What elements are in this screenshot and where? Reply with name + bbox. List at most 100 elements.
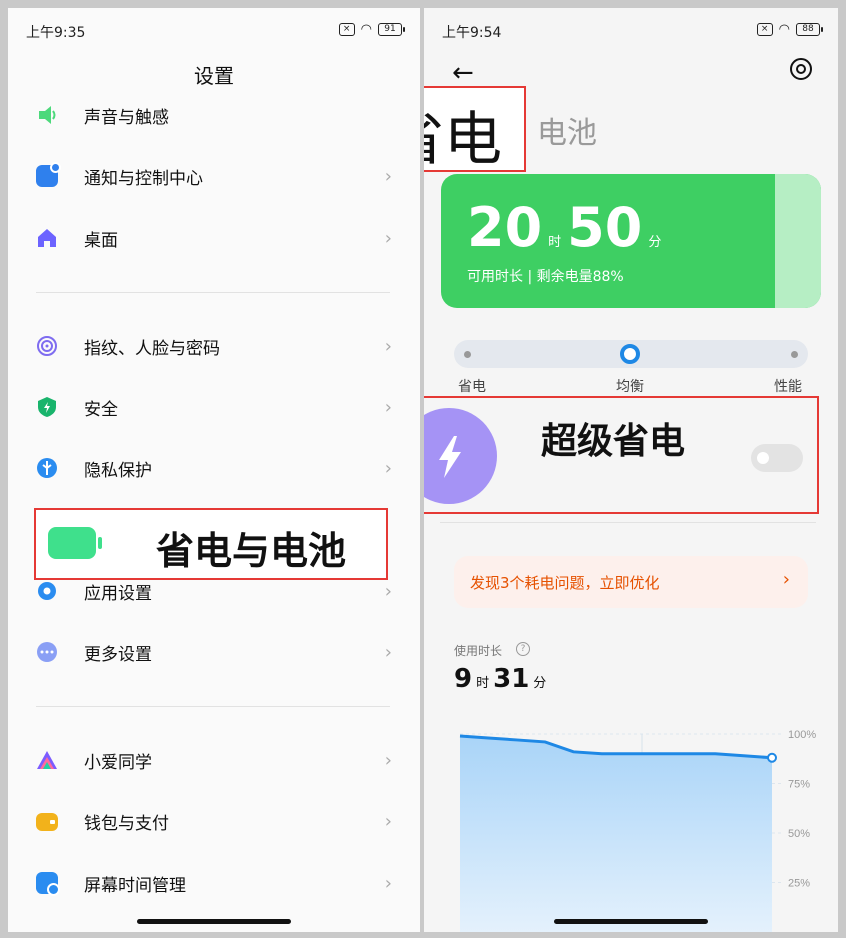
- status-bar: 上午9:35 × ◠ 91: [26, 22, 405, 41]
- divider: [440, 522, 816, 523]
- chevron-right-icon: ›: [384, 750, 392, 771]
- chevron-right-icon: ›: [384, 228, 392, 249]
- xiaoai-icon: [36, 749, 58, 771]
- settings-item-fingerprint[interactable]: 指纹、人脸与密码 ›: [36, 326, 392, 366]
- chevron-right-icon: ›: [384, 336, 392, 357]
- mode-dot-performance[interactable]: [791, 351, 798, 358]
- status-bar: 上午9:54 × ◠ 88: [442, 22, 823, 41]
- settings-item-app-settings[interactable]: 应用设置 ›: [36, 571, 392, 611]
- settings-item-privacy[interactable]: 隐私保护 ›: [36, 448, 392, 488]
- chevron-right-icon: ›: [384, 166, 392, 187]
- settings-item-label: 桌面: [84, 230, 118, 251]
- chevron-right-icon: ›: [384, 642, 392, 663]
- usage-minutes: 31: [493, 664, 530, 694]
- remaining-hours: 20: [467, 196, 543, 259]
- divider: [36, 292, 390, 293]
- settings-item-more[interactable]: 更多设置 ›: [36, 632, 392, 672]
- minutes-unit: 分: [648, 235, 662, 250]
- wifi-icon: ◠: [778, 22, 790, 37]
- super-saver-label: 超级省电: [541, 421, 686, 462]
- hours-unit: 时: [548, 235, 562, 250]
- chevron-right-icon: ›: [384, 397, 392, 418]
- heading-callout: 省电: [424, 86, 526, 173]
- remaining-minutes: 50: [567, 196, 643, 259]
- settings-item-label: 通知与控制中心: [84, 168, 203, 189]
- mode-knob-balanced[interactable]: [620, 344, 640, 364]
- chevron-right-icon: ›: [384, 458, 392, 479]
- shield-icon: [36, 396, 58, 418]
- y-tick-label: 75%: [788, 779, 810, 791]
- battery-icon: 91: [378, 23, 405, 36]
- battery-area: [460, 735, 772, 932]
- chevron-right-icon: ›: [782, 569, 790, 590]
- usage-duration: 9 时 31 分: [454, 664, 550, 694]
- wifi-icon: ◠: [360, 22, 372, 37]
- usage-hours-unit: 时: [476, 676, 490, 691]
- settings-item-label: 更多设置: [84, 644, 152, 665]
- settings-gear-icon[interactable]: [790, 58, 812, 80]
- y-tick-label: 100%: [788, 729, 816, 741]
- screen-time-icon: [36, 872, 60, 896]
- card-caption: 可用时长 | 剩余电量88%: [467, 269, 624, 285]
- fingerprint-icon: [36, 335, 58, 357]
- battery-level-chart: 100% 75% 50% 25%: [459, 729, 816, 932]
- status-time: 上午9:35: [26, 25, 86, 41]
- notification-icon: [36, 162, 61, 187]
- back-arrow-icon[interactable]: ←: [452, 58, 474, 88]
- optimize-tip[interactable]: 发现3个耗电问题，立即优化 ›: [454, 556, 808, 608]
- callout-label: 省电与电池: [156, 529, 347, 573]
- status-time: 上午9:54: [442, 25, 502, 41]
- settings-item-sound[interactable]: 声音与触感: [36, 95, 392, 135]
- settings-item-wallet[interactable]: 钱包与支付 ›: [36, 801, 392, 841]
- mode-dot-saver[interactable]: [464, 351, 471, 358]
- home-indicator[interactable]: [137, 919, 291, 924]
- settings-item-screen-time[interactable]: 屏幕时间管理 ›: [36, 863, 392, 903]
- home-indicator[interactable]: [554, 919, 708, 924]
- settings-item-xiaoai[interactable]: 小爱同学 ›: [36, 740, 392, 780]
- heading-callout-text: 省电: [424, 105, 503, 173]
- settings-item-desktop[interactable]: 桌面 ›: [36, 218, 392, 258]
- settings-item-label: 声音与触感: [84, 107, 169, 128]
- settings-item-label: 应用设置: [84, 583, 152, 604]
- battery-icon: [48, 527, 96, 559]
- usage-label: 使用时长: [454, 644, 503, 658]
- help-icon[interactable]: ?: [516, 642, 530, 656]
- settings-item-security[interactable]: 安全 ›: [36, 387, 392, 427]
- chevron-right-icon: ›: [384, 873, 392, 894]
- y-tick-label: 25%: [788, 878, 810, 890]
- usage-hours: 9: [454, 664, 473, 694]
- battery-icon: 88: [796, 23, 823, 36]
- divider: [36, 706, 390, 707]
- speaker-icon: [36, 104, 58, 126]
- battery-settings-callout[interactable]: 省电与电池: [34, 508, 388, 580]
- settings-item-label: 小爱同学: [84, 752, 152, 773]
- no-sim-icon: ×: [756, 23, 773, 36]
- chevron-right-icon: ›: [384, 811, 392, 832]
- mode-label-performance: 性能: [774, 379, 802, 395]
- settings-item-label: 安全: [84, 399, 118, 420]
- toggle-thumb: [757, 452, 769, 464]
- settings-item-label: 指纹、人脸与密码: [84, 338, 220, 359]
- home-icon: [36, 227, 58, 249]
- page-subtitle: 电池: [537, 116, 597, 151]
- privacy-icon: [36, 457, 58, 479]
- usage-minutes-unit: 分: [533, 676, 547, 691]
- settings-screen: 上午9:35 × ◠ 91 设置 声音与触感 通知与控制中心 › 桌面 › 指纹…: [8, 8, 420, 932]
- app-settings-icon: [36, 580, 58, 602]
- super-saver-callout[interactable]: 超级省电: [424, 396, 819, 514]
- power-mode-slider[interactable]: [454, 340, 808, 368]
- y-tick-label: 50%: [788, 828, 810, 840]
- wallet-icon: [36, 813, 58, 831]
- battery-cap: [98, 537, 102, 549]
- settings-item-label: 屏幕时间管理: [84, 875, 186, 896]
- lightning-circle-icon: [424, 408, 497, 504]
- super-saver-toggle[interactable]: [751, 444, 803, 472]
- settings-item-notifications[interactable]: 通知与控制中心 ›: [36, 156, 392, 196]
- settings-item-label: 钱包与支付: [84, 813, 169, 834]
- battery-screen: 上午9:54 × ◠ 88 ← 省电 电池 20 时 50 分 可用时长 | 剩…: [424, 8, 838, 932]
- battery-endpoint: [767, 752, 777, 763]
- settings-item-label: 隐私保护: [84, 460, 152, 481]
- card-battery-tail: [775, 174, 821, 308]
- more-icon: [36, 641, 58, 663]
- chevron-right-icon: ›: [384, 581, 392, 602]
